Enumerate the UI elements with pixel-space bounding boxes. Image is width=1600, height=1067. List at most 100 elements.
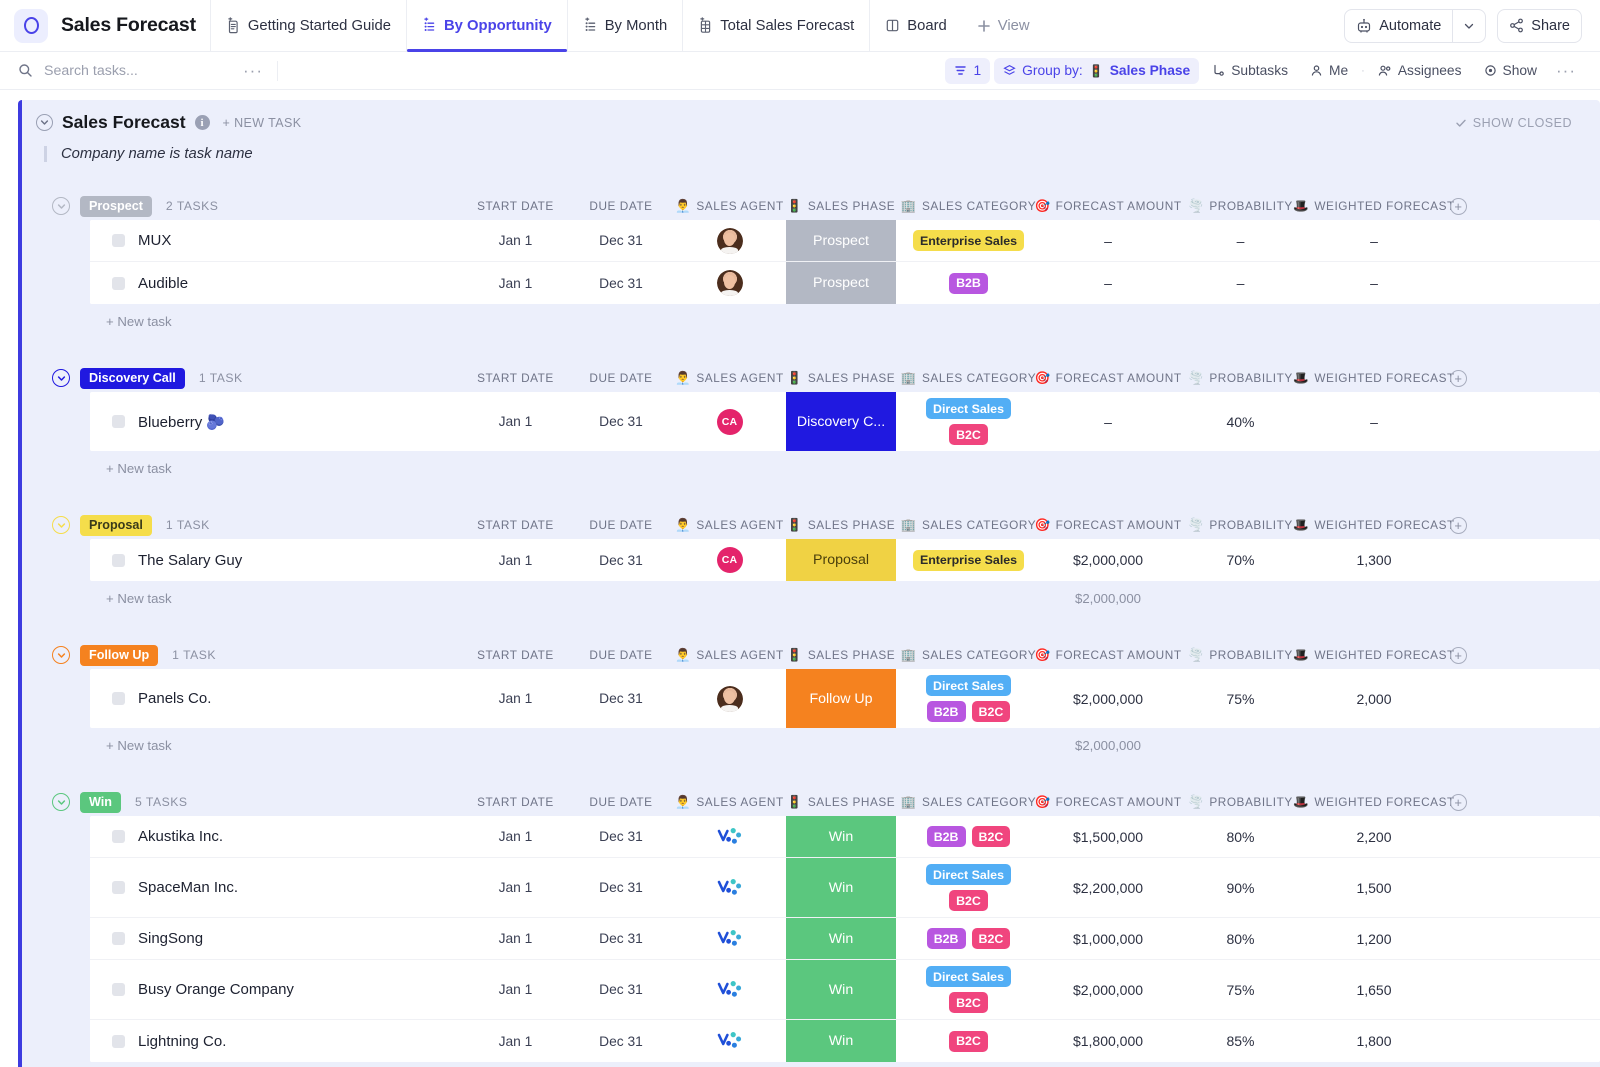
category-tag[interactable]: Direct Sales bbox=[926, 398, 1011, 419]
table-row[interactable]: The Salary Guy Jan 1 Dec 31 CA Proposal … bbox=[90, 539, 1600, 581]
category-tag[interactable]: B2C bbox=[971, 701, 1011, 722]
start-date-cell[interactable]: Jan 1 bbox=[462, 669, 569, 728]
probability-cell[interactable]: 40% bbox=[1175, 392, 1306, 451]
forecast-amount-cell[interactable]: $2,000,000 bbox=[1041, 960, 1175, 1019]
task-checkbox[interactable] bbox=[112, 830, 125, 843]
due-date-cell[interactable]: Dec 31 bbox=[569, 392, 673, 451]
start-date-cell[interactable]: Jan 1 bbox=[462, 539, 569, 581]
weighted-forecast-cell[interactable]: – bbox=[1306, 262, 1442, 304]
subtasks-button[interactable]: Subtasks bbox=[1203, 58, 1297, 84]
sales-phase-cell[interactable]: Proposal bbox=[786, 539, 896, 581]
info-icon[interactable]: i bbox=[194, 115, 210, 130]
filter-button[interactable]: 1 bbox=[945, 57, 991, 84]
weighted-forecast-cell[interactable]: 1,800 bbox=[1306, 1020, 1442, 1062]
start-date-cell[interactable]: Jan 1 bbox=[462, 262, 569, 304]
assignees-button[interactable]: Assignees bbox=[1369, 58, 1471, 84]
table-row[interactable]: Lightning Co. Jan 1 Dec 31 Win B2C $1,80… bbox=[90, 1020, 1600, 1062]
tab-getting-started-guide[interactable]: Getting Started Guide bbox=[209, 0, 406, 52]
filterbar-overflow-button[interactable]: ··· bbox=[1550, 62, 1582, 79]
task-name-cell[interactable]: The Salary Guy bbox=[90, 539, 462, 581]
sales-agent-cell[interactable] bbox=[673, 918, 786, 959]
sales-category-cell[interactable]: Direct Sales B2C bbox=[896, 858, 1041, 917]
add-task-button[interactable]: + New task bbox=[90, 314, 462, 329]
forecast-amount-cell[interactable]: – bbox=[1041, 220, 1175, 261]
sales-agent-cell[interactable] bbox=[673, 262, 786, 304]
sales-category-cell[interactable]: B2B B2C bbox=[896, 918, 1041, 959]
avatar[interactable] bbox=[716, 1029, 744, 1053]
forecast-amount-cell[interactable]: $1,000,000 bbox=[1041, 918, 1175, 959]
sales-phase-cell[interactable]: Win bbox=[786, 918, 896, 959]
weighted-forecast-cell[interactable]: 1,300 bbox=[1306, 539, 1442, 581]
sales-agent-cell[interactable]: CA bbox=[673, 392, 786, 451]
due-date-cell[interactable]: Dec 31 bbox=[569, 918, 673, 959]
category-tag[interactable]: B2B bbox=[949, 272, 988, 294]
tab-by-opportunity[interactable]: By Opportunity bbox=[406, 0, 567, 52]
app-logo[interactable] bbox=[14, 8, 48, 43]
weighted-forecast-cell[interactable]: 1,500 bbox=[1306, 858, 1442, 917]
task-checkbox[interactable] bbox=[112, 553, 125, 567]
category-tag[interactable]: B2C bbox=[971, 826, 1011, 847]
task-name-cell[interactable]: SpaceMan Inc. bbox=[90, 858, 462, 917]
table-row[interactable]: SpaceMan Inc. Jan 1 Dec 31 Win Direct Sa… bbox=[90, 858, 1600, 918]
group-status-pill[interactable]: Discovery Call bbox=[80, 367, 185, 389]
avatar[interactable] bbox=[716, 685, 743, 712]
probability-cell[interactable]: 85% bbox=[1175, 1020, 1306, 1062]
collapse-group-chevron-icon[interactable] bbox=[52, 197, 70, 215]
sales-category-cell[interactable]: Direct Sales B2C bbox=[896, 960, 1041, 1019]
weighted-forecast-cell[interactable]: 2,000 bbox=[1306, 669, 1442, 728]
search-more-button[interactable]: ··· bbox=[237, 62, 269, 79]
category-tag[interactable]: B2C bbox=[971, 928, 1011, 949]
task-name-cell[interactable]: Lightning Co. bbox=[90, 1020, 462, 1062]
task-checkbox[interactable] bbox=[112, 692, 125, 705]
sales-agent-cell[interactable] bbox=[673, 816, 786, 857]
category-tag[interactable]: B2B bbox=[926, 701, 966, 722]
show-closed-toggle[interactable]: SHOW CLOSED bbox=[1455, 116, 1572, 130]
avatar[interactable] bbox=[716, 270, 743, 296]
category-tag[interactable]: Enterprise Sales bbox=[912, 549, 1025, 571]
sales-phase-cell[interactable]: Win bbox=[786, 858, 896, 917]
table-row[interactable]: SingSong Jan 1 Dec 31 Win B2B B2C $1,000,… bbox=[90, 918, 1600, 960]
group-by-button[interactable]: Group by: 🚦 Sales Phase bbox=[994, 57, 1200, 84]
category-tag[interactable]: B2C bbox=[949, 424, 988, 445]
avatar[interactable] bbox=[716, 876, 744, 900]
start-date-cell[interactable]: Jan 1 bbox=[462, 918, 569, 959]
sales-category-cell[interactable]: B2B B2C bbox=[896, 816, 1041, 857]
sales-phase-cell[interactable]: Prospect bbox=[786, 262, 896, 304]
due-date-cell[interactable]: Dec 31 bbox=[569, 539, 673, 581]
task-name-cell[interactable]: Audible bbox=[90, 262, 462, 304]
table-row[interactable]: MUX Jan 1 Dec 31 Prospect Enterprise Sal… bbox=[90, 220, 1600, 262]
table-row[interactable]: Busy Orange Company Jan 1 Dec 31 Win Dir… bbox=[90, 960, 1600, 1020]
tab-board[interactable]: Board bbox=[869, 0, 962, 52]
weighted-forecast-cell[interactable]: 1,200 bbox=[1306, 918, 1442, 959]
chevron-down-icon[interactable] bbox=[1453, 20, 1485, 32]
group-status-pill[interactable]: Proposal bbox=[80, 514, 152, 536]
due-date-cell[interactable]: Dec 31 bbox=[569, 858, 673, 917]
task-checkbox[interactable] bbox=[112, 415, 125, 428]
category-tag[interactable]: B2C bbox=[949, 1030, 988, 1052]
probability-cell[interactable]: – bbox=[1175, 220, 1306, 261]
sales-agent-cell[interactable]: CA bbox=[673, 539, 786, 581]
new-task-button[interactable]: + NEW TASK bbox=[223, 116, 302, 130]
category-tag[interactable]: B2C bbox=[949, 992, 988, 1013]
start-date-cell[interactable]: Jan 1 bbox=[462, 816, 569, 857]
due-date-cell[interactable]: Dec 31 bbox=[569, 262, 673, 304]
collapse-group-chevron-icon[interactable] bbox=[52, 646, 70, 664]
category-tag[interactable]: Direct Sales bbox=[926, 864, 1011, 885]
forecast-amount-cell[interactable]: $2,000,000 bbox=[1041, 669, 1175, 728]
probability-cell[interactable]: 70% bbox=[1175, 539, 1306, 581]
task-name-cell[interactable]: Busy Orange Company bbox=[90, 960, 462, 1019]
add-task-button[interactable]: + New task bbox=[90, 461, 462, 476]
group-status-pill[interactable]: Follow Up bbox=[80, 644, 159, 666]
table-row[interactable]: Blueberry 🫐 Jan 1 Dec 31 CA Discovery C.… bbox=[90, 392, 1600, 451]
category-tag[interactable]: B2C bbox=[949, 890, 988, 911]
task-name-cell[interactable]: Akustika Inc. bbox=[90, 816, 462, 857]
show-button[interactable]: Show bbox=[1475, 58, 1547, 84]
sales-phase-cell[interactable]: Discovery C... bbox=[786, 392, 896, 451]
table-row[interactable]: Panels Co. Jan 1 Dec 31 Follow Up Direct… bbox=[90, 669, 1600, 728]
group-status-pill[interactable]: Win bbox=[80, 791, 121, 813]
start-date-cell[interactable]: Jan 1 bbox=[462, 392, 569, 451]
start-date-cell[interactable]: Jan 1 bbox=[462, 960, 569, 1019]
category-tag[interactable]: B2B bbox=[926, 928, 966, 949]
forecast-amount-cell[interactable]: $2,000,000 bbox=[1041, 539, 1175, 581]
start-date-cell[interactable]: Jan 1 bbox=[462, 1020, 569, 1062]
